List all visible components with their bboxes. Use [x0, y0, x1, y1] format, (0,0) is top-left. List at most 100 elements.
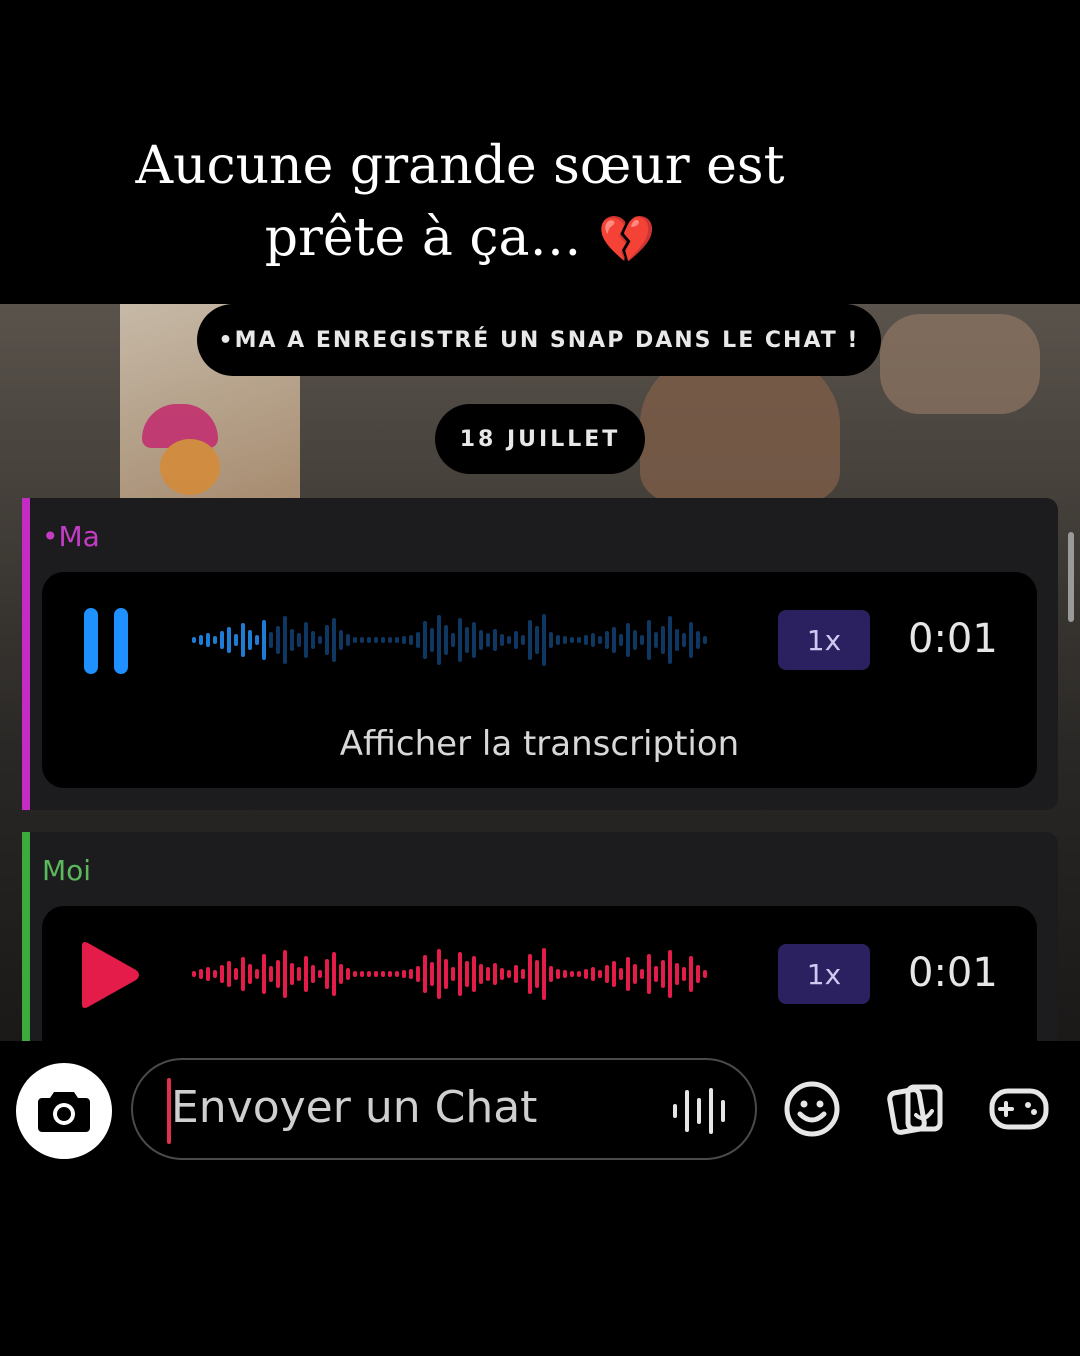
waveform-bar — [458, 618, 462, 662]
chat-message-input[interactable]: Envoyer un Chat — [131, 1058, 757, 1160]
message-moi: Moi 1x 0:01 — [22, 832, 1058, 1041]
playback-speed-button[interactable]: 1x — [778, 610, 870, 670]
waveform-bar — [458, 952, 462, 996]
voice-note-card[interactable]: 1x 0:01 — [42, 906, 1037, 1041]
waveform-bar — [332, 618, 336, 662]
waveform-bar — [311, 631, 315, 649]
voice-waveform[interactable] — [192, 942, 707, 1006]
waveform-bar — [640, 635, 644, 645]
waveform-bar — [220, 631, 224, 649]
waveform-bar — [521, 969, 525, 979]
voice-note-card[interactable]: 1x 0:01 Afficher la transcription — [42, 572, 1037, 788]
waveform-bar — [276, 626, 280, 654]
waveform-bar — [374, 971, 378, 977]
waveform-bar — [255, 635, 259, 645]
waveform-bar — [346, 968, 350, 980]
waveform-bar — [633, 630, 637, 650]
waveform-bar — [661, 960, 665, 988]
sender-color-bar — [22, 498, 30, 810]
waveform-bar — [479, 630, 483, 650]
waveform-bar — [521, 635, 525, 645]
waveform-bar — [591, 967, 595, 981]
waveform-bar — [304, 956, 308, 992]
snap-saved-notice: •MA A ENREGISTRÉ UN SNAP DANS LE CHAT ! — [197, 304, 881, 376]
waveform-bar — [318, 636, 322, 644]
playback-speed-label: 1x — [806, 957, 842, 991]
waveform-bar — [381, 971, 385, 977]
waveform-bar — [402, 970, 406, 978]
waveform-bar — [416, 966, 420, 982]
pause-icon[interactable] — [84, 606, 130, 680]
waveform-bar — [514, 965, 518, 983]
camera-button[interactable] — [16, 1063, 112, 1159]
waveform-bar — [192, 971, 196, 977]
waveform-bar — [206, 633, 210, 647]
waveform-bar — [570, 971, 574, 977]
waveform-bar — [563, 636, 567, 644]
waveform-bar — [227, 961, 231, 987]
waveform-bar — [213, 970, 217, 978]
waveform-bar — [395, 971, 399, 977]
waveform-bar — [353, 637, 357, 643]
waveform-bar — [318, 970, 322, 978]
waveform-bar — [682, 967, 686, 981]
waveform-bar — [619, 968, 623, 980]
waveform-bar — [199, 635, 203, 645]
waveform-bar — [381, 637, 385, 643]
waveform-bar — [367, 637, 371, 643]
waveform-bar — [409, 635, 413, 645]
waveform-bar — [311, 965, 315, 983]
waveform-bar — [234, 634, 238, 646]
waveform-bar — [549, 632, 553, 648]
waveform-bar — [472, 622, 476, 658]
voice-note-icon[interactable] — [671, 1086, 733, 1136]
waveform-bar — [213, 636, 217, 644]
waveform-bar — [388, 637, 392, 643]
chat-composer: Envoyer un Chat — [0, 1041, 1080, 1171]
waveform-bar — [360, 637, 364, 643]
waveform-bar — [234, 968, 238, 980]
waveform-bar — [290, 629, 294, 651]
waveform-bar — [612, 961, 616, 987]
waveform-bar — [444, 625, 448, 655]
scrollbar[interactable] — [1068, 532, 1074, 622]
waveform-bar — [220, 965, 224, 983]
waveform-bar — [584, 969, 588, 979]
waveform-bar — [395, 637, 399, 643]
date-separator-text: 18 JUILLET — [459, 426, 621, 452]
waveform-bar — [514, 631, 518, 649]
waveform-bar — [437, 949, 441, 999]
games-icon[interactable] — [988, 1079, 1050, 1139]
emoji-icon[interactable] — [782, 1079, 842, 1139]
stickers-icon[interactable] — [886, 1079, 946, 1139]
waveform-bar — [479, 964, 483, 984]
show-transcript-link[interactable]: Afficher la transcription — [42, 724, 1037, 764]
waveform-bar — [290, 963, 294, 985]
waveform-bar — [640, 969, 644, 979]
waveform-bar — [437, 615, 441, 665]
waveform-bar — [675, 629, 679, 651]
waveform-bar — [269, 632, 273, 648]
waveform-bar — [507, 636, 511, 644]
waveform-bar — [549, 966, 553, 982]
waveform-bar — [283, 616, 287, 664]
voice-waveform[interactable] — [192, 608, 707, 672]
play-icon[interactable] — [76, 940, 142, 1014]
sender-color-bar — [22, 832, 30, 1041]
waveform-bar — [269, 966, 273, 982]
waveform-bar — [626, 623, 630, 657]
waveform-bar — [612, 627, 616, 653]
chat-area[interactable]: •MA A ENREGISTRÉ UN SNAP DANS LE CHAT ! … — [0, 304, 1080, 1041]
sender-name: •Ma — [42, 520, 100, 553]
playback-speed-button[interactable]: 1x — [778, 944, 870, 1004]
waveform-bar — [283, 950, 287, 998]
waveform-bar — [535, 960, 539, 988]
waveform-bar — [535, 626, 539, 654]
playback-speed-label: 1x — [806, 623, 842, 657]
waveform-bar — [591, 633, 595, 647]
waveform-bar — [563, 970, 567, 978]
story-caption: Aucune grande sœur est prête à ça… 💔 — [60, 130, 860, 275]
waveform-bar — [325, 959, 329, 989]
waveform-bar — [528, 620, 532, 660]
waveform-bar — [409, 969, 413, 979]
